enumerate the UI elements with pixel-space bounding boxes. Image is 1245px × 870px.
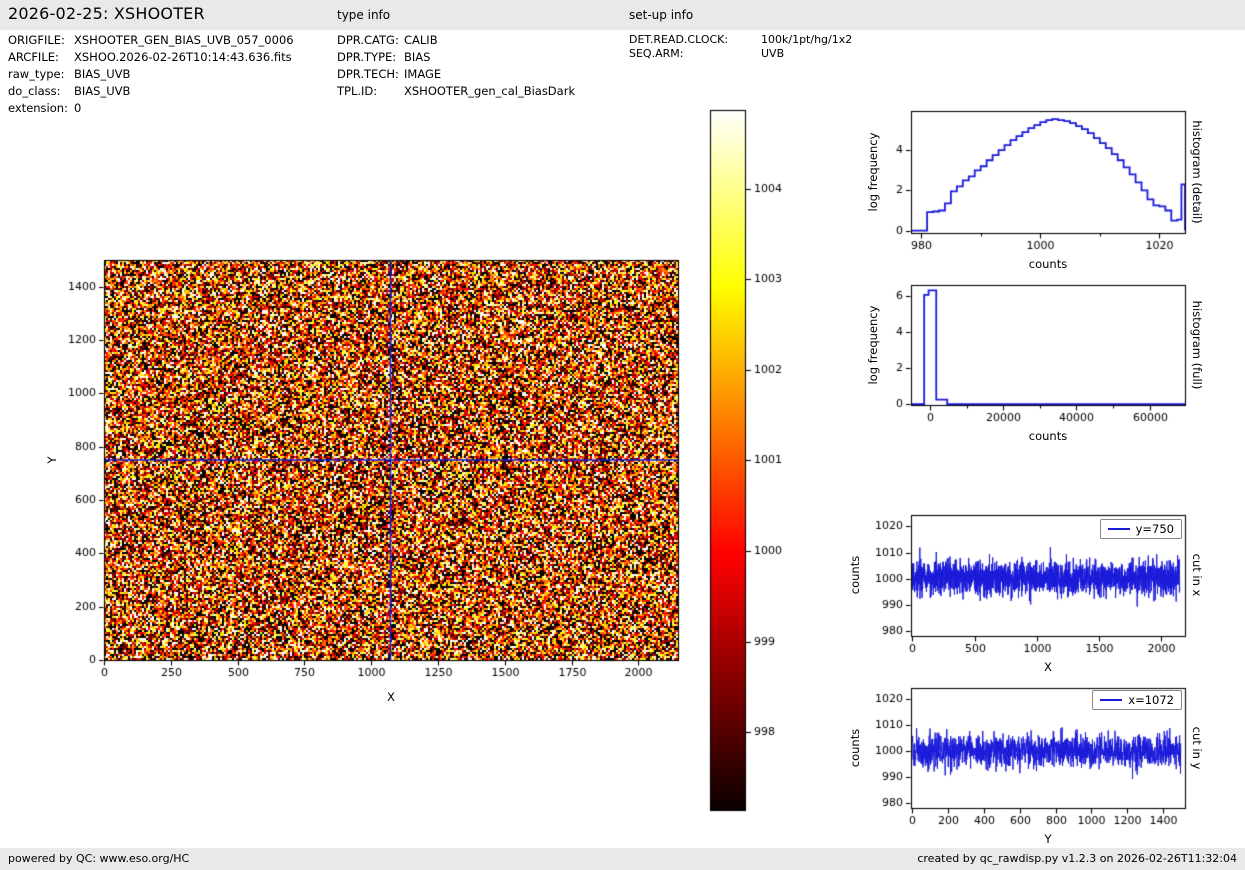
cut-x-right-label: cut in x: [1190, 553, 1204, 597]
cut-x-yaxis-label: counts: [848, 555, 862, 595]
footer-left-text: powered by QC: www.eso.org/HC: [8, 852, 190, 865]
hist-detail-yaxis-label: log frequency: [866, 132, 880, 212]
cut-y-legend-label: x=1072: [1128, 693, 1174, 707]
cut-y-right-label: cut in y: [1190, 726, 1204, 770]
hist-full-right-label: histogram (full): [1190, 300, 1204, 390]
cut-x-xaxis-label: X: [1044, 660, 1052, 674]
hist-full-xaxis-label: counts: [1028, 429, 1068, 443]
qc-report-page: 2026-02-25: XSHOOTER type info set-up in…: [0, 0, 1245, 870]
footer-right-text: created by qc_rawdisp.py v1.2.3 on 2026-…: [917, 852, 1237, 865]
hist-full-yaxis-label: log frequency: [866, 305, 880, 385]
cut-x-legend-label: y=750: [1135, 522, 1174, 536]
legend-line-sample-icon: [1100, 699, 1123, 701]
cut-y-legend: x=1072: [1092, 690, 1182, 710]
legend-line-sample-icon: [1107, 528, 1130, 530]
main-yaxis-label: Y: [45, 456, 59, 464]
hist-detail-xaxis-label: counts: [1028, 257, 1068, 271]
cut-x-legend: y=750: [1099, 519, 1182, 539]
cut-y-xaxis-label: Y: [1044, 832, 1052, 846]
main-xaxis-label: X: [387, 690, 395, 704]
hist-detail-right-label: histogram (detail): [1190, 120, 1204, 224]
cut-y-yaxis-label: counts: [848, 728, 862, 768]
